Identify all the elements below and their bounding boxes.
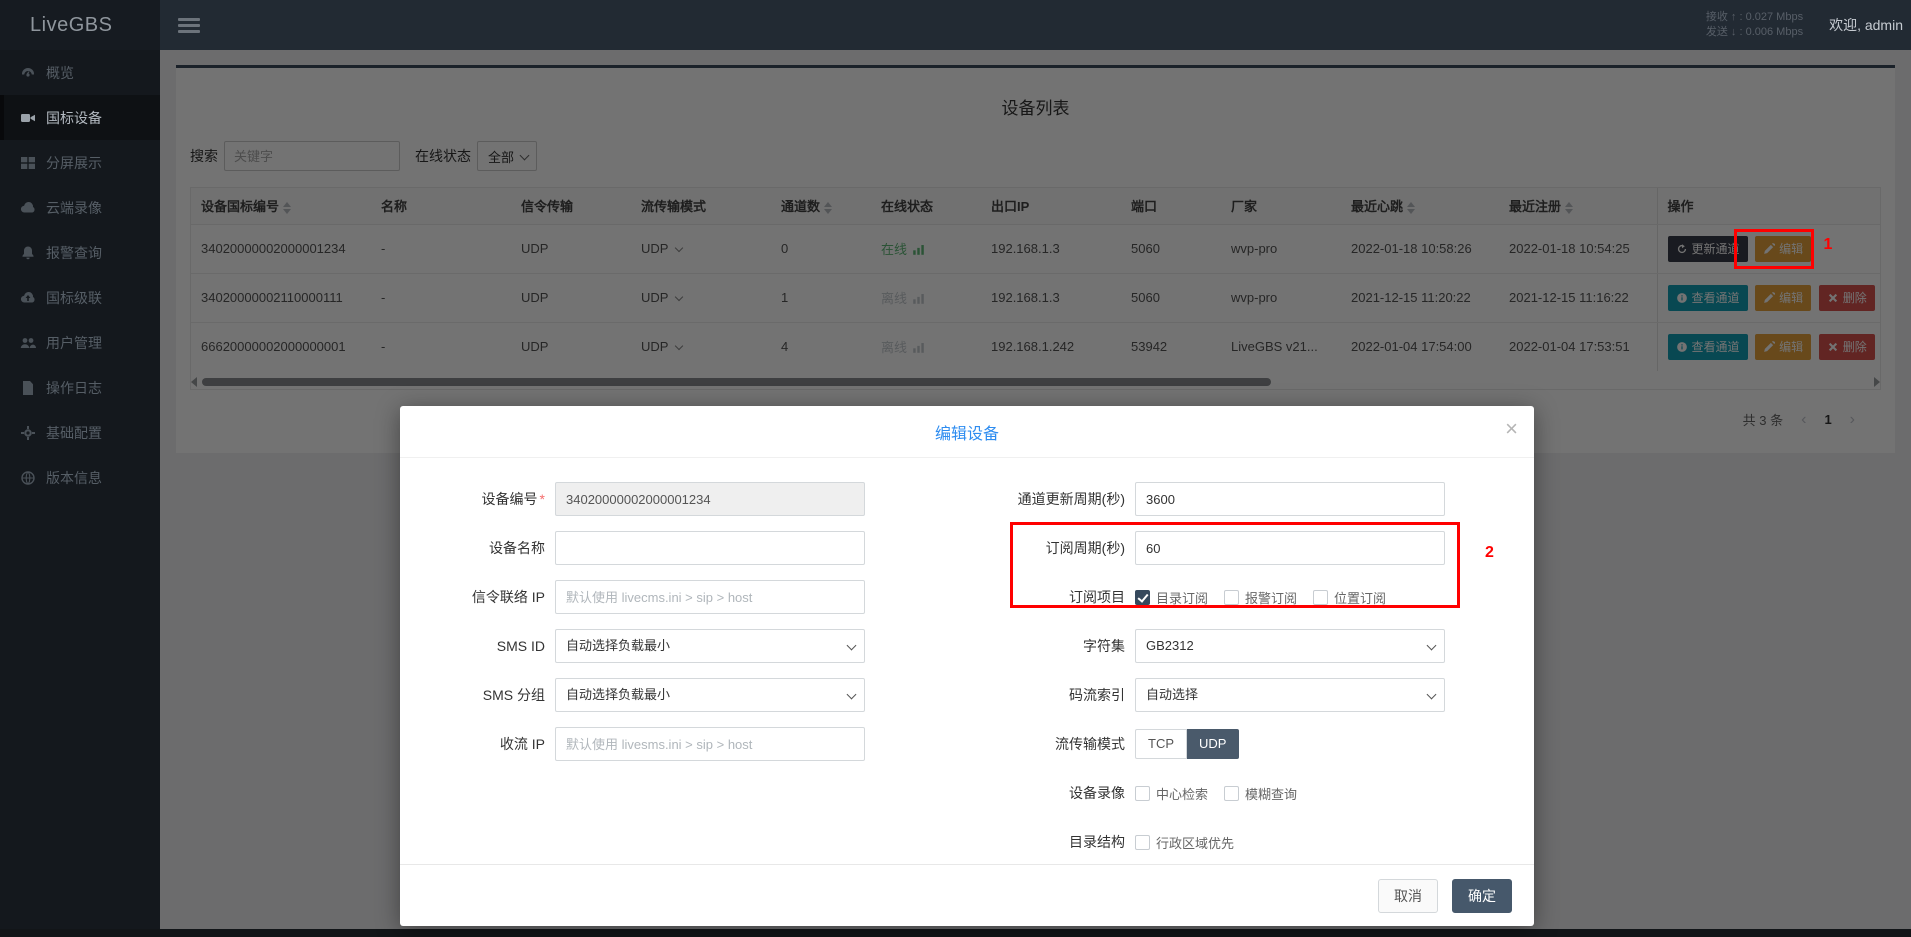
up-arrow-icon: ↑ <box>1731 11 1737 23</box>
sidebar-item-basic-config[interactable]: 基础配置 <box>0 410 160 455</box>
hamburger-menu-icon[interactable] <box>178 15 200 36</box>
field-device-id: 设备编号* <box>430 482 875 516</box>
chevron-down-icon <box>847 641 857 651</box>
form-right-column: 通道更新周期(秒) 订阅周期(秒) 订阅项目 目录订阅 报警订阅 位置订阅 字符… <box>985 482 1504 874</box>
field-stream-ip: 收流 IP <box>430 727 875 761</box>
catalog-subscribe-checkbox[interactable] <box>1135 590 1150 605</box>
page-footer-bar <box>0 929 1911 937</box>
chevron-down-icon <box>1427 641 1437 651</box>
position-subscribe-checkbox[interactable] <box>1313 590 1328 605</box>
field-charset: 字符集 GB2312 <box>985 629 1504 663</box>
stream-index-select[interactable]: 自动选择 <box>1135 678 1445 712</box>
field-channel-refresh: 通道更新周期(秒) <box>985 482 1504 516</box>
network-stats: 接收 ↑ : 0.027 Mbps 发送 ↓ : 0.006 Mbps <box>1706 10 1803 40</box>
grid-icon <box>20 155 36 171</box>
stream-mode-toggle: TCP UDP <box>1135 729 1239 759</box>
field-stream-index: 码流索引 自动选择 <box>985 678 1504 712</box>
device-name-input[interactable] <box>555 531 865 565</box>
confirm-button[interactable]: 确定 <box>1452 879 1512 913</box>
welcome-user[interactable]: 欢迎, admin <box>1829 15 1903 35</box>
field-subscribe-period: 订阅周期(秒) <box>985 531 1504 565</box>
file-icon <box>20 380 36 396</box>
chevron-down-icon <box>847 690 857 700</box>
sip-contact-ip-input[interactable] <box>555 580 865 614</box>
gauge-icon <box>20 65 36 81</box>
sidebar-item-user-management[interactable]: 用户管理 <box>0 320 160 365</box>
users-icon <box>20 335 36 351</box>
sidebar-item-gb-devices[interactable]: 国标设备 <box>0 95 160 140</box>
sms-id-select[interactable]: 自动选择负载最小 <box>555 629 865 663</box>
sidebar-item-alarm-query[interactable]: 报警查询 <box>0 230 160 275</box>
sidebar-item-cloud-record[interactable]: 云端录像 <box>0 185 160 230</box>
field-subscribe-items: 订阅项目 目录订阅 报警订阅 位置订阅 <box>985 580 1504 614</box>
gears-icon <box>20 425 36 441</box>
sidebar-item-split-screen[interactable]: 分屏展示 <box>0 140 160 185</box>
field-device-record: 设备录像 中心检索 模糊查询 <box>985 776 1504 810</box>
close-icon[interactable]: × <box>1505 418 1518 440</box>
udp-option[interactable]: UDP <box>1187 729 1239 759</box>
modal-footer: 取消 确定 <box>400 864 1534 926</box>
modal-header: 编辑设备 × <box>400 406 1534 458</box>
stream-receive-ip-input[interactable] <box>555 727 865 761</box>
field-device-name: 设备名称 <box>430 531 875 565</box>
subscribe-period-input[interactable] <box>1135 531 1445 565</box>
channel-refresh-input[interactable] <box>1135 482 1445 516</box>
chevron-down-icon <box>1427 690 1437 700</box>
modal-body: 设备编号* 设备名称 信令联络 IP SMS ID 自动选择负载最小 SMS 分… <box>400 458 1534 874</box>
topbar-right: 接收 ↑ : 0.027 Mbps 发送 ↓ : 0.006 Mbps 欢迎, … <box>1706 10 1911 40</box>
alarm-subscribe-checkbox[interactable] <box>1224 590 1239 605</box>
center-search-checkbox[interactable] <box>1135 786 1150 801</box>
edit-device-modal: 编辑设备 × 设备编号* 设备名称 信令联络 IP SMS ID 自动选择负载最… <box>400 406 1534 926</box>
tcp-option[interactable]: TCP <box>1135 729 1187 759</box>
cloud-upload-icon <box>20 290 36 306</box>
sms-group-select[interactable]: 自动选择负载最小 <box>555 678 865 712</box>
field-sip-ip: 信令联络 IP <box>430 580 875 614</box>
cloud-icon <box>20 200 36 216</box>
field-sms-group: SMS 分组 自动选择负载最小 <box>430 678 875 712</box>
sidebar-nav: 概览 国标设备 分屏展示 云端录像 报警查询 国标级联 <box>0 50 160 500</box>
topbar: 接收 ↑ : 0.027 Mbps 发送 ↓ : 0.006 Mbps 欢迎, … <box>160 0 1911 50</box>
camera-icon <box>20 110 36 126</box>
sidebar: LiveGBS 概览 国标设备 分屏展示 云端录像 报警查询 <box>0 0 160 937</box>
sidebar-item-operation-log[interactable]: 操作日志 <box>0 365 160 410</box>
modal-title: 编辑设备 <box>935 420 999 444</box>
field-stream-mode: 流传输模式 TCP UDP <box>985 727 1504 761</box>
down-arrow-icon: ↓ <box>1731 26 1737 38</box>
required-asterisk: * <box>540 491 545 507</box>
globe-icon <box>20 470 36 486</box>
field-sms-id: SMS ID 自动选择负载最小 <box>430 629 875 663</box>
sidebar-item-version-info[interactable]: 版本信息 <box>0 455 160 500</box>
device-id-input <box>555 482 865 516</box>
app-logo: LiveGBS <box>0 0 160 50</box>
cancel-button[interactable]: 取消 <box>1378 879 1438 913</box>
sidebar-item-overview[interactable]: 概览 <box>0 50 160 95</box>
bell-icon <box>20 245 36 261</box>
field-dir-structure: 目录结构 行政区域优先 <box>985 825 1504 859</box>
sidebar-item-gb-cascade[interactable]: 国标级联 <box>0 275 160 320</box>
form-left-column: 设备编号* 设备名称 信令联络 IP SMS ID 自动选择负载最小 SMS 分… <box>430 482 875 874</box>
charset-select[interactable]: GB2312 <box>1135 629 1445 663</box>
admin-region-priority-checkbox[interactable] <box>1135 835 1150 850</box>
fuzzy-query-checkbox[interactable] <box>1224 786 1239 801</box>
